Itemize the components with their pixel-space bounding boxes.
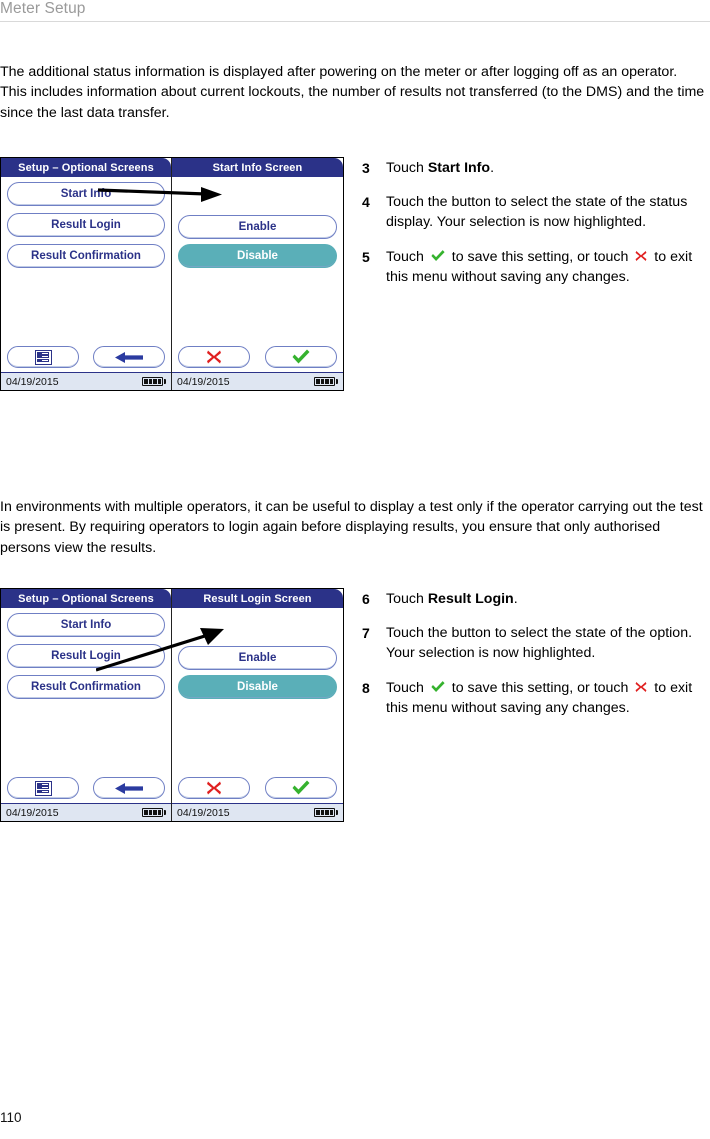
status-date: 04/19/2015 [6,375,59,388]
status-date: 04/19/2015 [6,806,59,819]
step-text: Touch Start Info. [386,160,495,176]
running-head-rule [0,21,710,22]
setup-optional-screens-screen-1: Setup – Optional Screens Start Info Resu… [1,158,172,390]
step-number: 4 [362,194,370,211]
option-group: Enable Disable [178,182,337,268]
screen-body: Enable Disable 04/19/2015 [172,177,343,390]
intro-paragraph: The additional status information is dis… [0,64,705,121]
check-icon [292,349,310,364]
step-number: 3 [362,160,370,176]
step-text: Touch the button to select the state of … [386,194,688,231]
instruction-step: 3 Touch Start Info. [362,158,710,178]
screen-title: Setup – Optional Screens [1,158,171,177]
list-button[interactable] [7,777,79,799]
step-number: 6 [362,591,370,607]
screen-footer [172,777,343,799]
instruction-step: 6 Touch Result Login. [362,589,710,609]
step-number: 8 [362,679,370,696]
back-arrow-icon [115,351,143,363]
status-bar: 04/19/2015 [1,372,171,390]
menu-button-result-login[interactable]: Result Login [7,213,165,237]
battery-full-icon [142,377,166,386]
option-button-enable[interactable]: Enable [178,646,337,670]
status-date: 04/19/2015 [177,806,230,819]
screen-footer [1,777,171,799]
battery-full-icon [142,808,166,817]
screen-body: Start Info Result Login Result Confirmat… [1,608,171,821]
status-date: 04/19/2015 [177,375,230,388]
device-mockup-1: Setup – Optional Screens Start Info Resu… [0,157,344,391]
step-text: Touch Result Login. [386,591,518,607]
list-icon [34,780,52,796]
step-text: Touch to save this setting, or touch to … [386,248,693,285]
screen-footer [1,346,171,368]
back-arrow-icon [115,782,143,794]
option-button-disable[interactable]: Disable [178,244,337,268]
status-bar: 04/19/2015 [172,803,343,821]
battery-full-icon [314,377,338,386]
instruction-steps-2: 6 Touch Result Login. 7 Touch the button to… [362,589,710,732]
step-number: 7 [362,625,370,642]
instruction-step: 7 Touch the button to select the state of… [362,623,710,663]
confirm-button[interactable] [265,346,337,368]
screen-footer [172,346,343,368]
screen-title: Result Login Screen [172,589,343,608]
option-group: Enable Disable [178,613,337,699]
instruction-step: 8 Touch to save this setting, or touch to… [362,678,710,718]
manual-page: Meter Setup The additional status inform… [0,0,710,1139]
list-icon [34,349,52,365]
menu-button-start-info[interactable]: Start Info [7,613,165,637]
status-bar: 04/19/2015 [172,372,343,390]
screen-title: Start Info Screen [172,158,343,177]
device-mockup-2: Setup – Optional Screens Start Info Resu… [0,588,344,822]
instruction-steps-1: 3 Touch Start Info. 4 Touch the button to s… [362,158,710,301]
menu-button-start-info[interactable]: Start Info [7,182,165,206]
status-bar: 04/19/2015 [1,803,171,821]
menu-button-result-login[interactable]: Result Login [7,644,165,668]
screen-body: Start Info Result Login Result Confirmat… [1,177,171,390]
setup-optional-screens-screen-2: Setup – Optional Screens Start Info Resu… [1,589,172,821]
cancel-button[interactable] [178,346,250,368]
check-icon [431,680,445,692]
check-icon [292,780,310,795]
menu-button-result-confirmation[interactable]: Result Confirmation [7,675,165,699]
back-button[interactable] [93,346,165,368]
cross-icon [635,681,647,692]
battery-full-icon [314,808,338,817]
instruction-step: 5 Touch to save this setting, or touch to… [362,247,710,287]
confirm-button[interactable] [265,777,337,799]
step-text: Touch to save this setting, or touch to … [386,679,693,716]
instruction-step: 4 Touch the button to select the state of… [362,192,710,232]
running-head: Meter Setup [0,0,86,17]
cross-icon [207,781,221,795]
result-login-screen: Result Login Screen Enable Disable 04/19… [172,589,343,821]
page-number: 110 [0,1110,22,1125]
check-icon [431,249,445,261]
option-button-enable[interactable]: Enable [178,215,337,239]
cancel-button[interactable] [178,777,250,799]
step-number: 5 [362,248,370,265]
screen-title: Setup – Optional Screens [1,589,171,608]
cross-icon [635,250,647,261]
list-button[interactable] [7,346,79,368]
middle-paragraph: In environments with multiple operators,… [0,499,703,556]
menu-button-result-confirmation[interactable]: Result Confirmation [7,244,165,268]
start-info-screen: Start Info Screen Enable Disable 04/19/2… [172,158,343,390]
screen-body: Enable Disable 04/19/2015 [172,608,343,821]
option-button-disable[interactable]: Disable [178,675,337,699]
back-button[interactable] [93,777,165,799]
cross-icon [207,350,221,364]
step-text: Touch the button to select the state of … [386,625,693,662]
